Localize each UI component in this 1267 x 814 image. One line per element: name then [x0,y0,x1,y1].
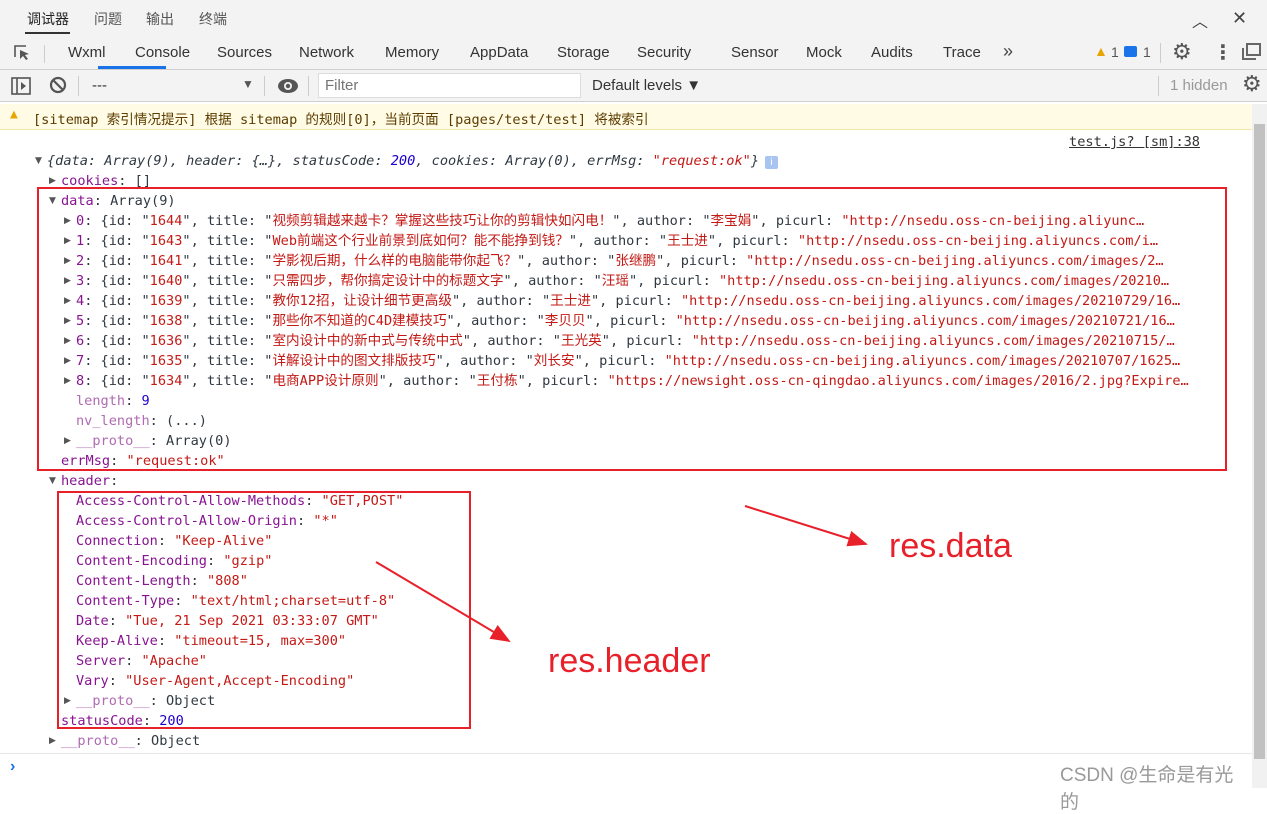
response-object-summary[interactable]: {data: Array(9), header: {…}, statusCode… [47,151,1222,171]
console-prompt[interactable]: › CSDN @生命是有光的 [0,753,1252,813]
console-filter-bar: --- ▼ Default levels ▼ 1 hidden ⚙ [0,70,1267,102]
tab-security[interactable]: Security [637,44,691,61]
console-tab-underline [98,66,166,69]
token: header [61,473,111,489]
log-levels-dropdown[interactable]: Default levels ▼ [592,77,701,94]
tab-sources[interactable]: Sources [217,44,272,61]
active-tab-underline [25,32,70,34]
token: {data: Array(9), header: {…}, statusCode… [47,153,391,169]
tab-terminal[interactable]: 终端 [199,9,227,29]
token: : Object [134,733,201,749]
context-select[interactable]: --- [92,77,107,94]
tab-output[interactable]: 输出 [146,9,174,29]
tab-storage[interactable]: Storage [557,44,610,61]
prompt-chevron-icon: › [10,758,16,775]
inspect-element-icon[interactable] [13,44,31,62]
tab-sensor[interactable]: Sensor [731,44,779,61]
tab-appdata[interactable]: AppData [470,44,528,61]
warning-icon: ▲ [10,107,18,122]
warning-count[interactable]: 1 [1111,44,1119,60]
expand-down-icon[interactable]: ▼ [35,156,42,166]
data-highlight-box [37,187,1227,471]
token: 200 [390,153,416,169]
token: __proto__ [61,733,135,749]
tab-network[interactable]: Network [299,44,354,61]
close-icon[interactable]: ✕ [1232,8,1247,29]
filter-input[interactable] [318,73,581,98]
token: , cookies: Array(0), errMsg: [415,153,653,169]
chevron-down-icon[interactable]: ▼ [242,77,254,91]
info-icon[interactable]: i [765,156,779,169]
tab-problems[interactable]: 问题 [94,9,122,29]
token: } [750,153,760,169]
tab-wxml[interactable]: Wxml [68,44,106,61]
scrollbar-thumb[interactable] [1254,124,1265,759]
more-options-icon[interactable]: ⋮ [1213,40,1233,65]
res-header-annotation: res.header [548,642,711,680]
more-tabs-button[interactable]: » [1003,41,1013,62]
console-settings-gear-icon[interactable]: ⚙ [1242,71,1262,97]
source-link[interactable]: test.js? [sm]:38 [1069,134,1200,150]
dock-icon[interactable] [1241,43,1261,61]
eye-icon[interactable] [277,78,299,94]
tab-trace[interactable]: Trace [943,44,981,61]
settings-gear-icon[interactable]: ⚙ [1172,39,1192,65]
token: "request:ok" [652,153,751,169]
root-proto-entry[interactable]: __proto__: Object [61,731,1222,751]
sitemap-warning-message: ▲ [sitemap 索引情况提示] 根据 sitemap 的规则[0]，当前页… [0,104,1252,130]
message-icon[interactable] [1124,46,1137,57]
expand-down-icon[interactable]: ▼ [49,476,56,486]
header-highlight-box [57,491,471,729]
header-entry[interactable]: header: [61,471,1222,491]
warning-text: [sitemap 索引情况提示] 根据 sitemap 的规则[0]，当前页面 … [33,112,649,128]
clear-console-icon[interactable] [49,76,67,94]
punctuation: : [110,473,119,489]
sidebar-toggle-icon[interactable] [11,77,31,95]
top-tab-bar: 调试器 问题 输出 终端 ︿ ✕ [0,0,1267,36]
panel-tab-bar: Wxml Console Sources Network Memory AppData St… [0,36,1267,70]
expand-right-icon[interactable]: ▶ [49,176,56,186]
expand-right-icon[interactable]: ▶ [49,736,56,746]
watermark: CSDN @生命是有光的 [1060,765,1234,813]
res-data-annotation: res.data [889,527,1012,565]
warning-icon[interactable]: ▲ [1094,43,1108,59]
chevron-up-icon[interactable]: ︿ [1192,8,1208,32]
tab-console[interactable]: Console [135,44,190,61]
message-count[interactable]: 1 [1143,44,1151,60]
tab-mock[interactable]: Mock [806,44,842,61]
tab-memory[interactable]: Memory [385,44,439,61]
hidden-count: 1 hidden [1170,77,1228,94]
tab-debugger[interactable]: 调试器 [27,9,69,29]
tab-audits[interactable]: Audits [871,44,913,61]
